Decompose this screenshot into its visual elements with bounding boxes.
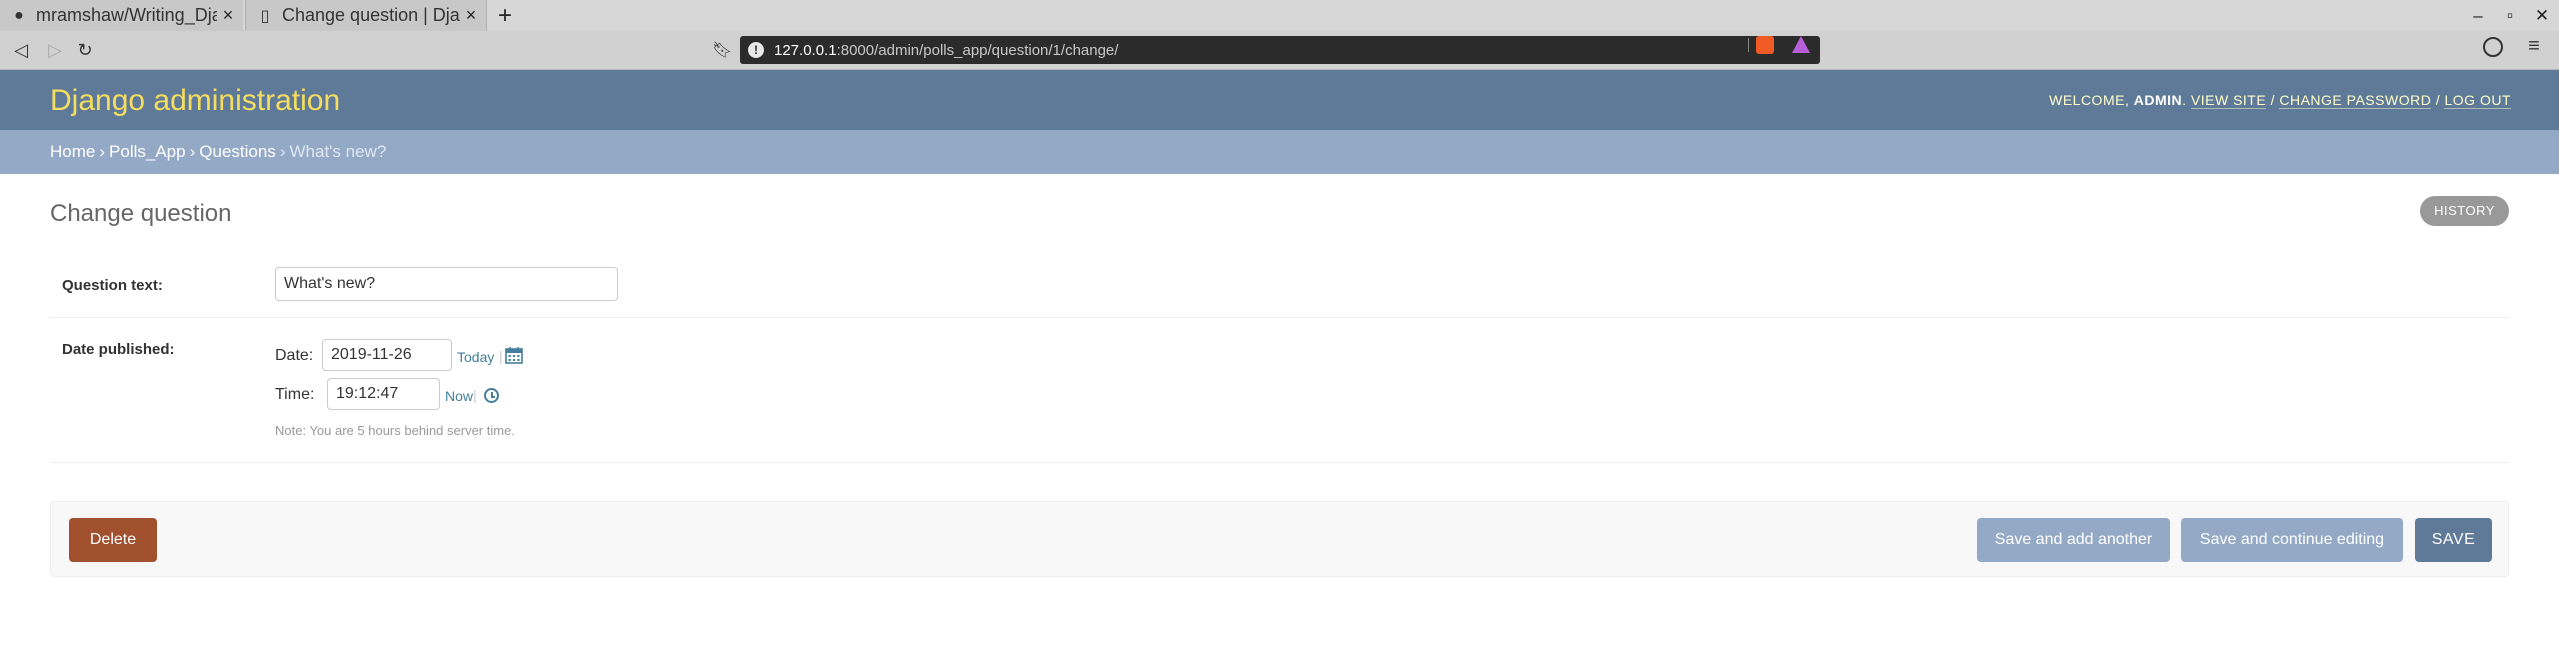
breadcrumb: Home › Polls_App › Questions › What's new? (0, 130, 2559, 174)
back-icon[interactable]: ◁ (10, 31, 32, 69)
url-divider (1748, 38, 1749, 52)
breadcrumb-app[interactable]: Polls_App (109, 142, 186, 161)
address-bar[interactable]: ! 127.0.0.1:8000/admin/polls_app/questio… (740, 36, 1820, 64)
browser-tab-change-question[interactable]: ▯ Change question | Djan × (245, 0, 487, 31)
delete-button[interactable]: Delete (69, 518, 157, 562)
window-controls: – ▫ ✕ (2469, 0, 2551, 31)
site-branding[interactable]: Django administration (50, 84, 340, 118)
user-tools: WELCOME, ADMIN. VIEW SITE / CHANGE PASSW… (2049, 92, 2511, 109)
date-label: Date: (275, 347, 314, 364)
github-icon: ● (14, 6, 24, 24)
maximize-icon[interactable]: ▫ (2501, 6, 2519, 26)
timezone-note: Note: You are 5 hours behind server time… (275, 423, 515, 438)
tab-title: Change question | Djan (282, 5, 460, 25)
save-and-continue-button[interactable]: Save and continue editing (2181, 518, 2403, 562)
username: ADMIN (2133, 92, 2183, 108)
bookmark-icon[interactable]: 🔖︎ (712, 40, 732, 60)
clock-icon[interactable] (484, 388, 499, 403)
date-published-row: Date published: Date: 2019-11-26 Today |… (50, 318, 2509, 463)
time-label: Time: (275, 386, 315, 403)
url-path: :8000/admin/polls_app/question/1/change/ (836, 41, 1119, 59)
today-link[interactable]: Today (457, 349, 494, 365)
close-tab-icon[interactable]: × (460, 5, 482, 26)
save-button[interactable]: SAVE (2415, 518, 2492, 562)
submit-row: Delete Save and add another Save and con… (50, 501, 2509, 577)
url-host: 127.0.0.1 (774, 41, 837, 59)
browser-tab-bar: ● mramshaw/Writing_Dja × ▯ Change questi… (0, 0, 2559, 31)
welcome-text: WELCOME, (2049, 92, 2130, 108)
site-info-icon[interactable]: ! (748, 42, 764, 58)
breadcrumb-model[interactable]: Questions (199, 142, 276, 161)
change-password-link[interactable]: CHANGE PASSWORD (2279, 92, 2432, 109)
brave-rewards-icon[interactable] (1792, 36, 1810, 53)
now-link[interactable]: Now (445, 388, 473, 404)
question-text-label: Question text: (62, 277, 163, 294)
save-and-add-another-button[interactable]: Save and add another (1977, 518, 2170, 562)
profile-icon[interactable] (2483, 37, 2503, 57)
admin-header: Django administration WELCOME, ADMIN. VI… (0, 70, 2559, 130)
menu-icon[interactable]: ≡ (2524, 35, 2544, 58)
close-tab-icon[interactable]: × (217, 5, 239, 26)
minimize-icon[interactable]: – (2469, 6, 2487, 26)
log-out-link[interactable]: LOG OUT (2444, 92, 2511, 109)
browser-tab-github[interactable]: ● mramshaw/Writing_Dja × (0, 0, 243, 31)
breadcrumb-home[interactable]: Home (50, 142, 95, 161)
brave-shields-icon[interactable] (1756, 36, 1774, 54)
forward-icon[interactable]: ▷ (44, 31, 66, 69)
reload-icon[interactable]: ↻ (74, 31, 96, 69)
browser-nav-bar: ◁ ▷ ↻ 🔖︎ ! 127.0.0.1:8000/admin/polls_ap… (0, 31, 2559, 70)
calendar-icon[interactable] (505, 346, 523, 364)
view-site-link[interactable]: VIEW SITE (2190, 92, 2267, 109)
date-input[interactable]: 2019-11-26 (322, 339, 452, 371)
breadcrumb-current: What's new? (289, 142, 387, 161)
new-tab-button[interactable]: + (492, 0, 518, 31)
question-text-input[interactable]: What's new? (275, 267, 618, 301)
tab-title: mramshaw/Writing_Dja (36, 5, 217, 25)
history-button[interactable]: HISTORY (2420, 196, 2509, 226)
date-published-label: Date published: (62, 341, 175, 358)
question-text-row: Question text: What's new? (50, 257, 2509, 318)
time-input[interactable]: 19:12:47 (327, 378, 440, 410)
page-icon: ▯ (260, 7, 270, 25)
page-title: Change question (50, 200, 232, 227)
close-window-icon[interactable]: ✕ (2533, 6, 2551, 26)
